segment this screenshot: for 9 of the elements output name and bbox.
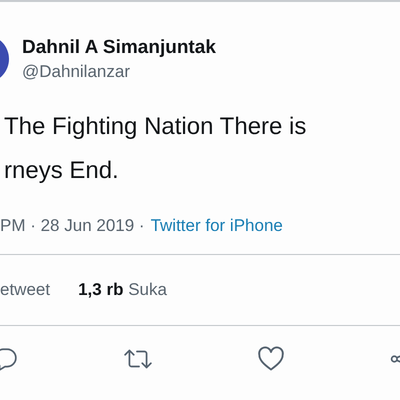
author-name[interactable]: Dahnil A Simanjuntak xyxy=(22,36,216,58)
tweet-text: rneys End. xyxy=(4,156,120,186)
author-handle[interactable]: @Dahnilanzar xyxy=(22,62,216,82)
tweet-timestamp: PM · 28 Jun 2019 · xyxy=(0,216,145,236)
tweet-text: The Fighting Nation There is xyxy=(4,112,308,142)
stat-count[interactable]: etweet xyxy=(0,280,50,300)
source-link[interactable]: Twitter for iPhone xyxy=(150,216,283,236)
heart-icon[interactable] xyxy=(257,346,286,372)
stat-count[interactable]: 1,3 rb Suka xyxy=(78,280,167,300)
